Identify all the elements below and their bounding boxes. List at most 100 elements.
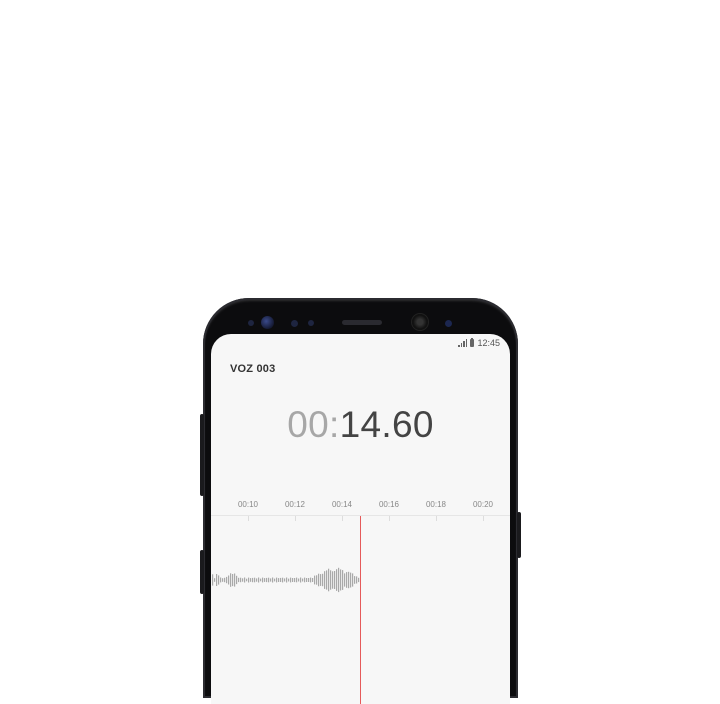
waveform-bar [218,575,220,585]
waveform-bar [292,578,294,582]
waveform-bar [260,578,262,582]
recording-title: VOZ 003 [230,363,276,375]
waveform-bar [240,577,242,583]
waveform-bar [306,578,308,582]
waveform-bar [350,572,352,588]
waveform-bar [226,576,228,584]
waveform-bar [356,576,358,584]
waveform-bar [266,577,268,583]
iris-scanner-icon [261,316,274,329]
battery-icon [470,338,475,347]
power-button [517,512,521,558]
waveform-bar [238,577,240,583]
waveform-bar [334,571,336,589]
waveform-bar [236,575,238,585]
waveform-bar [354,576,356,584]
tick-label: 00:14 [331,500,353,509]
volume-button [200,414,204,496]
waveform-bar [352,573,354,587]
iris-led-icon [445,320,452,327]
waveform-bar [224,577,226,583]
waveform-bar [284,578,286,582]
waveform-bar [300,577,302,583]
waveform-bar [220,577,222,583]
waveform-bar [222,578,224,582]
waveform-bar [262,577,264,583]
tick-label: 00:12 [284,500,306,509]
waveform-bar [326,570,328,590]
waveform-bar [248,577,250,583]
waveform-bar [234,573,236,587]
waveform-bar [272,577,274,583]
bixby-button [200,550,204,594]
waveform-bar [310,577,312,583]
waveform-bar [276,577,278,583]
waveform-bar [256,578,258,582]
waveform-bar [308,578,310,582]
waveform-bar [294,578,296,583]
tick-label: 00:10 [237,500,259,509]
waveform-bar [252,577,254,583]
waveform-bar [212,574,214,586]
waveform-bar [330,570,332,590]
light-sensor-icon [308,320,314,326]
waveform-bar [340,569,342,591]
waveform-bar [258,577,260,583]
waveform-bar [342,570,344,590]
waveform-bar [242,578,244,582]
waveform-bar [346,572,348,588]
sensor-icon [248,320,254,326]
tick-label: 00:20 [472,500,494,509]
waveform-bar [312,578,314,582]
waveform-bar [318,573,320,587]
waveform-bar [244,577,246,583]
waveform-bar [302,578,304,582]
proximity-sensor-icon [291,320,298,327]
status-bar: 12:45 [458,337,500,349]
waveform-bar [230,573,232,587]
waveform-bar [324,571,326,589]
waveform-bar [320,574,322,586]
waveform-bar [332,571,334,589]
waveform-bar [270,578,272,582]
playhead-marker[interactable] [360,516,361,704]
waveform-bar [254,577,256,583]
waveform-bar [278,578,280,582]
waveform-bar [268,577,270,583]
status-time: 12:45 [477,338,500,348]
earpiece-speaker [342,320,382,325]
timer-minutes: 00 [287,404,330,445]
waveform-bar [328,568,330,592]
waveform-bar [288,578,290,582]
waveform-bar [214,578,216,582]
waveform-bar [250,578,252,582]
waveform-bar [246,578,248,582]
waveform-bar [296,577,298,583]
waveform-bar [290,577,292,583]
tick-label: 00:16 [378,500,400,509]
recording-timer: 00:14.60 [211,404,510,446]
waveform-bar [232,574,234,587]
waveform-bar [314,575,316,585]
timer-separator: : [329,404,340,445]
waveform-bar [348,571,350,589]
tick-label: 00:18 [425,500,447,509]
waveform-bar [286,577,288,583]
signal-icon [458,339,468,347]
waveform-bar [304,577,306,583]
waveform-bar [338,567,340,593]
app-screen: 12:45 VOZ 003 00:14.60 00:10 00:12 00:14… [211,334,510,704]
waveform-bar [216,574,218,586]
waveform-bar [322,573,324,587]
phone-device: 12:45 VOZ 003 00:14.60 00:10 00:12 00:14… [200,298,521,704]
timer-seconds: 14.60 [339,404,434,445]
waveform-bar [264,578,266,582]
waveform-bar [344,573,346,587]
waveform-bar [274,578,276,582]
waveform-bar [280,577,282,582]
waveform-bar [228,575,230,585]
waveform-bar [298,578,300,582]
waveform-bar [336,569,338,591]
front-camera-icon [412,314,428,330]
waveform-bar [282,577,284,583]
